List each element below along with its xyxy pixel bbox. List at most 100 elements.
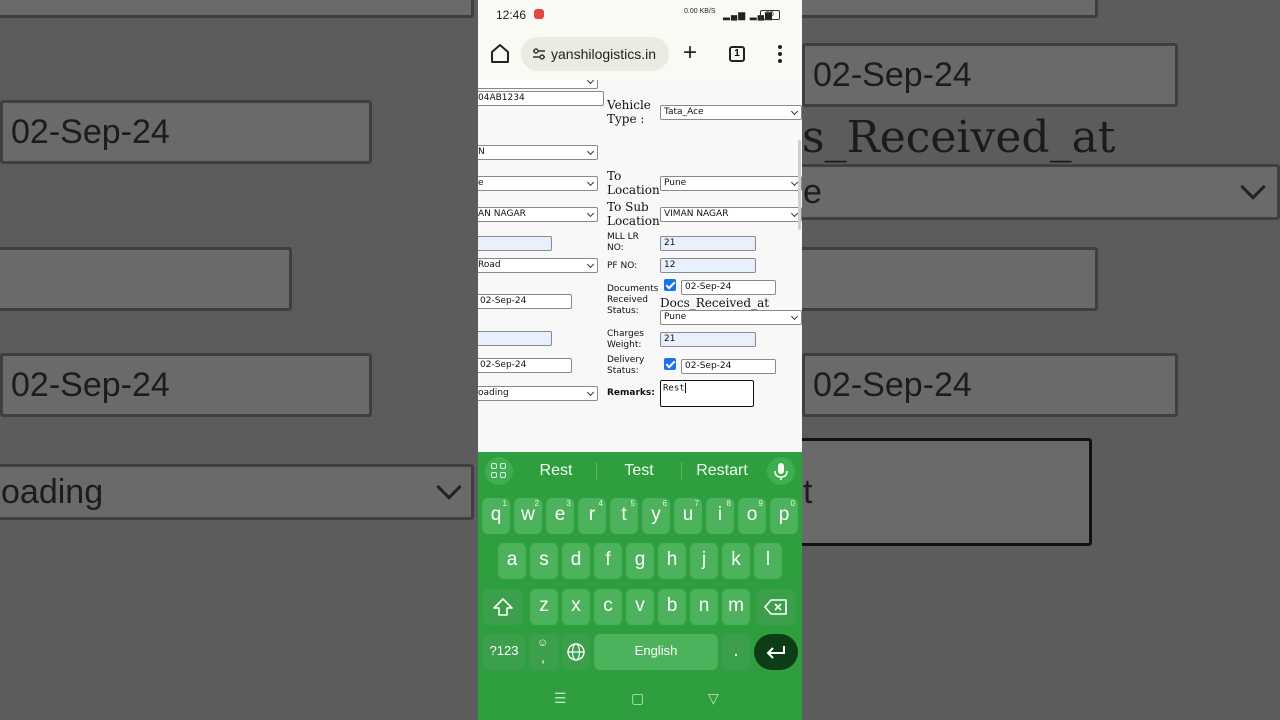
key-number-hint: 8 <box>726 499 731 508</box>
key-g[interactable]: g <box>626 543 654 579</box>
tab-switcher-button[interactable]: 1 <box>729 46 745 62</box>
emoji-comma-key[interactable]: ☺ , <box>529 634 559 670</box>
input-field[interactable] <box>478 236 552 251</box>
key-w[interactable]: w2 <box>514 498 542 534</box>
key-r[interactable]: r4 <box>578 498 606 534</box>
comma-label: , <box>541 649 545 665</box>
documents-received-checkbox[interactable] <box>664 279 676 291</box>
status-select[interactable]: oading <box>478 386 598 401</box>
key-number-hint: 7 <box>694 499 699 508</box>
symbols-key[interactable]: ?123 <box>483 634 525 670</box>
key-o[interactable]: o9 <box>738 498 766 534</box>
on-screen-keyboard: Rest Test Restart q1w2e3r4t5y6u7i8o9p0 a… <box>478 452 802 720</box>
select-field[interactable] <box>478 80 598 89</box>
shift-icon <box>493 598 513 616</box>
scrollbar[interactable] <box>798 140 801 230</box>
key-d[interactable]: d <box>562 543 590 579</box>
suggestion-2[interactable]: Test <box>599 462 679 480</box>
home-nav-icon[interactable]: ▢ <box>631 690 644 707</box>
delivery-status-checkbox[interactable] <box>664 358 676 370</box>
shift-key[interactable] <box>483 589 523 625</box>
mll-lr-input[interactable]: 21 <box>660 236 756 251</box>
more-menu-icon[interactable] <box>775 44 785 64</box>
suggestion-3[interactable]: Restart <box>682 462 762 480</box>
key-s[interactable]: s <box>530 543 558 579</box>
url-text: yanshilogistics.in <box>551 46 657 62</box>
key-f[interactable]: f <box>594 543 622 579</box>
key-i[interactable]: i8 <box>706 498 734 534</box>
keyboard-apps-icon[interactable] <box>485 457 513 485</box>
to-location-label: To Location <box>607 169 660 197</box>
bg-field <box>802 0 1098 18</box>
key-number-hint: 3 <box>566 499 571 508</box>
key-k[interactable]: k <box>722 543 750 579</box>
pf-no-input[interactable]: 12 <box>660 258 756 273</box>
bg-textarea: t <box>802 438 1092 546</box>
key-u[interactable]: u7 <box>674 498 702 534</box>
from-sub-location-select[interactable]: AN NAGAR <box>478 207 598 222</box>
key-t[interactable]: t5 <box>610 498 638 534</box>
key-a[interactable]: a <box>498 543 526 579</box>
key-b[interactable]: b <box>658 589 686 625</box>
date-input[interactable]: 02-Sep-24 <box>478 358 572 373</box>
suggestion-strip: Rest Test Restart <box>478 452 802 490</box>
back-nav-icon[interactable]: ▽ <box>708 690 719 707</box>
bg-select: oading <box>0 464 474 520</box>
bg-select-text: oading <box>1 472 104 511</box>
bg-date-text: 02-Sep-24 <box>11 112 170 151</box>
suggestion-1[interactable]: Rest <box>516 462 596 480</box>
network-speed: 0.00 KB/S <box>684 8 716 15</box>
new-tab-icon[interactable]: + <box>683 41 701 65</box>
key-number-hint: 4 <box>598 499 603 508</box>
browser-toolbar: yanshilogistics.in + 1 <box>478 30 802 80</box>
key-l[interactable]: l <box>754 543 782 579</box>
to-sub-location-select[interactable]: VIMAN NAGAR <box>660 207 802 222</box>
bg-label: s_Received_at <box>802 112 1116 163</box>
microphone-icon[interactable] <box>767 457 795 485</box>
web-form: 04AB1234 N e AN NAGAR Road 02-Sep-24 02-… <box>478 80 802 452</box>
language-key[interactable] <box>562 634 590 670</box>
notification-icon <box>534 9 544 19</box>
key-y[interactable]: y6 <box>642 498 670 534</box>
date-input[interactable]: 02-Sep-24 <box>478 294 572 309</box>
key-m[interactable]: m <box>722 589 750 625</box>
bg-textarea-text: t <box>803 472 813 511</box>
to-location-select[interactable]: Pune <box>660 176 802 191</box>
key-n[interactable]: n <box>690 589 718 625</box>
bg-field <box>0 247 292 311</box>
vehicle-no-input[interactable]: 04AB1234 <box>478 91 604 106</box>
site-settings-icon[interactable] <box>531 46 547 62</box>
space-key[interactable]: English <box>594 634 718 670</box>
key-q[interactable]: q1 <box>482 498 510 534</box>
documents-date-input[interactable]: 02-Sep-24 <box>681 280 776 295</box>
key-e[interactable]: e3 <box>546 498 574 534</box>
select-field[interactable]: N <box>478 145 598 160</box>
road-select[interactable]: Road <box>478 258 598 273</box>
phone-screen: 12:46 0.00 KB/S ▂▄▆ ▂▄▆ 55 yanshilogisti… <box>478 0 802 720</box>
background-zoom-left: 02-Sep-24 02-Sep-24 oading <box>0 0 478 720</box>
key-h[interactable]: h <box>658 543 686 579</box>
key-v[interactable]: v <box>626 589 654 625</box>
input-field[interactable] <box>478 331 552 346</box>
bg-date-text: 02-Sep-24 <box>11 365 170 404</box>
address-bar[interactable]: yanshilogistics.in <box>521 37 669 71</box>
remarks-textarea[interactable]: Rest <box>660 380 754 407</box>
backspace-key[interactable] <box>756 589 796 625</box>
home-icon[interactable] <box>490 42 510 64</box>
key-x[interactable]: x <box>562 589 590 625</box>
key-j[interactable]: j <box>690 543 718 579</box>
recent-apps-icon[interactable]: ☰ <box>554 690 567 707</box>
docs-received-at-label: Docs_Received_at <box>660 296 770 310</box>
key-number-hint: 9 <box>758 499 763 508</box>
vehicle-type-select[interactable]: Tata_Ace <box>660 105 802 120</box>
enter-key[interactable] <box>754 634 798 670</box>
delivery-date-input[interactable]: 02-Sep-24 <box>681 359 776 374</box>
docs-received-at-select[interactable]: Pune <box>660 310 802 325</box>
key-c[interactable]: c <box>594 589 622 625</box>
key-p[interactable]: p0 <box>770 498 798 534</box>
remarks-label: Remarks: <box>607 388 655 398</box>
from-location-select[interactable]: e <box>478 176 598 191</box>
key-z[interactable]: z <box>530 589 558 625</box>
charges-weight-input[interactable]: 21 <box>660 332 756 347</box>
period-key[interactable]: . <box>722 634 750 670</box>
